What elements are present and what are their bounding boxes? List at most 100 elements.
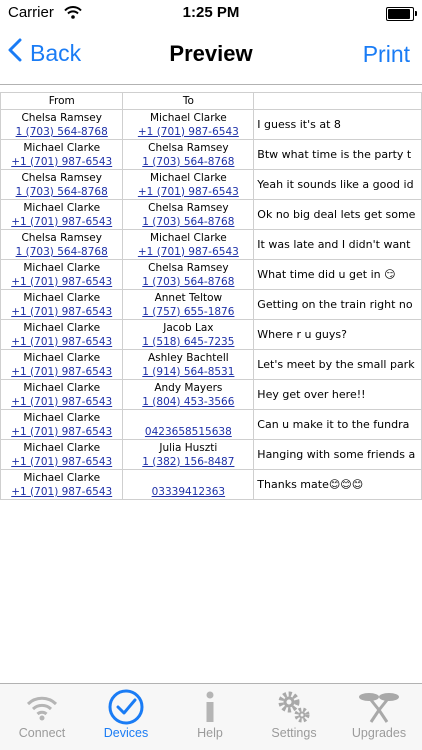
from-cell: Michael Clarke +1 (701) 987-6543 bbox=[0, 469, 124, 500]
tab-settings-label: Settings bbox=[271, 726, 317, 740]
from-phone-link[interactable]: 1 (703) 564-8768 bbox=[2, 185, 122, 199]
to-name: Michael Clarke bbox=[149, 171, 227, 184]
from-phone-link[interactable]: +1 (701) 987-6543 bbox=[2, 395, 122, 409]
message-cell: Yeah it sounds like a good id bbox=[253, 169, 422, 200]
to-cell: 0423658515638 bbox=[122, 409, 255, 440]
from-phone-link[interactable]: +1 (701) 987-6543 bbox=[2, 275, 122, 289]
table-row[interactable]: Michael Clarke +1 (701) 987-6543 Andy Maye… bbox=[0, 379, 422, 410]
message-cell: Thanks mate😊😊😊 bbox=[253, 469, 422, 500]
status-time: 1:25 PM bbox=[182, 4, 240, 21]
to-name: Andy Mayers bbox=[154, 381, 223, 394]
to-cell: Michael Clarke +1 (701) 987-6543 bbox=[122, 169, 255, 200]
message-cell: What time did u get in 😏 bbox=[253, 259, 422, 290]
tab-upgrades-label: Upgrades bbox=[351, 726, 407, 740]
from-cell: Chelsa Ramsey 1 (703) 564-8768 bbox=[0, 229, 124, 260]
message-cell: Getting on the train right no bbox=[253, 289, 422, 320]
to-phone-link[interactable]: 1 (382) 156-8487 bbox=[124, 455, 253, 469]
table-header-row: From To bbox=[0, 92, 422, 110]
to-phone-link[interactable]: 0423658515638 bbox=[124, 425, 253, 439]
from-name: Michael Clarke bbox=[23, 351, 101, 364]
from-name: Michael Clarke bbox=[23, 261, 101, 274]
table-row[interactable]: Michael Clarke +1 (701) 987-6543 Chelsa Ra… bbox=[0, 199, 422, 230]
to-name bbox=[124, 471, 253, 485]
status-bar: Carrier 1:25 PM bbox=[0, 0, 422, 26]
tab-settings[interactable]: Settings bbox=[252, 688, 336, 748]
from-cell: Michael Clarke +1 (701) 987-6543 bbox=[0, 319, 124, 350]
to-phone-link[interactable]: +1 (701) 987-6543 bbox=[124, 245, 253, 259]
to-phone-link[interactable]: +1 (701) 987-6543 bbox=[124, 125, 253, 139]
from-name: Michael Clarke bbox=[23, 321, 101, 334]
messages-table-container[interactable]: From To Chelsa Ramsey 1 (703) 564-8768 Mic… bbox=[0, 92, 422, 504]
table-row[interactable]: Michael Clarke +1 (701) 987-6543 Julia Hus… bbox=[0, 439, 422, 470]
from-phone-link[interactable]: 1 (703) 564-8768 bbox=[2, 125, 122, 139]
table-row[interactable]: Chelsa Ramsey 1 (703) 564-8768 Michael Cla… bbox=[0, 109, 422, 140]
to-cell: Andy Mayers 1 (804) 453-3566 bbox=[122, 379, 255, 410]
to-name: Ashley Bachtell bbox=[148, 351, 229, 364]
from-phone-link[interactable]: +1 (701) 987-6543 bbox=[2, 365, 122, 379]
from-phone-link[interactable]: 1 (703) 564-8768 bbox=[2, 245, 122, 259]
tab-connect-label: Connect bbox=[18, 726, 66, 740]
table-row[interactable]: Michael Clarke +1 (701) 987-6543 Jacob Lax… bbox=[0, 319, 422, 350]
from-cell: Michael Clarke +1 (701) 987-6543 bbox=[0, 139, 124, 170]
to-phone-link[interactable]: 1 (703) 564-8768 bbox=[124, 215, 253, 229]
navigation-bar: Back Preview Print bbox=[0, 26, 422, 85]
message-cell: Btw what time is the party t bbox=[253, 139, 422, 170]
battery-icon bbox=[386, 7, 417, 21]
from-name: Chelsa Ramsey bbox=[21, 111, 102, 124]
table-row[interactable]: Chelsa Ramsey 1 (703) 564-8768 Michael Cla… bbox=[0, 169, 422, 200]
table-row[interactable]: Michael Clarke +1 (701) 987-6543 Chelsa Ra… bbox=[0, 139, 422, 170]
table-row[interactable]: Michael Clarke +1 (701) 987-6543 Ashley Ba… bbox=[0, 349, 422, 380]
from-cell: Chelsa Ramsey 1 (703) 564-8768 bbox=[0, 169, 124, 200]
message-cell: Can u make it to the fundra bbox=[253, 409, 422, 440]
to-name: Annet Teltow bbox=[154, 291, 223, 304]
to-phone-link[interactable]: 1 (518) 645-7235 bbox=[124, 335, 253, 349]
column-header-from: From bbox=[0, 92, 124, 110]
message-cell: Hanging with some friends a bbox=[253, 439, 422, 470]
from-name: Michael Clarke bbox=[23, 411, 101, 424]
to-phone-link[interactable]: 1 (757) 655-1876 bbox=[124, 305, 253, 319]
message-cell: Ok no big deal lets get some bbox=[253, 199, 422, 230]
to-phone-link[interactable]: 1 (914) 564-8531 bbox=[124, 365, 253, 379]
from-phone-link[interactable]: +1 (701) 987-6543 bbox=[2, 305, 122, 319]
to-phone-link[interactable]: 1 (703) 564-8768 bbox=[124, 275, 253, 289]
to-cell: Michael Clarke +1 (701) 987-6543 bbox=[122, 229, 255, 260]
table-row[interactable]: Chelsa Ramsey 1 (703) 564-8768 Michael Cla… bbox=[0, 229, 422, 260]
upgrades-icon bbox=[336, 688, 422, 726]
to-phone-link[interactable]: +1 (701) 987-6543 bbox=[124, 185, 253, 199]
to-phone-link[interactable]: 1 (703) 564-8768 bbox=[124, 155, 253, 169]
gears-icon bbox=[252, 688, 336, 726]
to-phone-link[interactable]: 1 (804) 453-3566 bbox=[124, 395, 253, 409]
from-phone-link[interactable]: +1 (701) 987-6543 bbox=[2, 455, 122, 469]
from-phone-link[interactable]: +1 (701) 987-6543 bbox=[2, 485, 122, 499]
table-row[interactable]: Michael Clarke +1 (701) 987-6543 03339412… bbox=[0, 469, 422, 500]
to-cell: Chelsa Ramsey 1 (703) 564-8768 bbox=[122, 199, 255, 230]
print-button[interactable]: Print bbox=[363, 41, 410, 68]
table-row[interactable]: Michael Clarke +1 (701) 987-6543 Chelsa Ra… bbox=[0, 259, 422, 290]
message-cell: Let's meet by the small park bbox=[253, 349, 422, 380]
from-cell: Michael Clarke +1 (701) 987-6543 bbox=[0, 199, 124, 230]
message-cell: Hey get over here!! bbox=[253, 379, 422, 410]
from-phone-link[interactable]: +1 (701) 987-6543 bbox=[2, 155, 122, 169]
from-phone-link[interactable]: +1 (701) 987-6543 bbox=[2, 425, 122, 439]
from-phone-link[interactable]: +1 (701) 987-6543 bbox=[2, 215, 122, 229]
to-cell: Ashley Bachtell 1 (914) 564-8531 bbox=[122, 349, 255, 380]
table-row[interactable]: Michael Clarke +1 (701) 987-6543 04236585… bbox=[0, 409, 422, 440]
from-name: Chelsa Ramsey bbox=[21, 231, 102, 244]
column-header-message bbox=[253, 92, 422, 110]
tab-upgrades[interactable]: Upgrades bbox=[336, 688, 422, 748]
tab-bar: Connect Devices Help Settings Upgrades bbox=[0, 683, 422, 750]
to-cell: Julia Huszti 1 (382) 156-8487 bbox=[122, 439, 255, 470]
message-cell: I guess it's at 8 bbox=[253, 109, 422, 140]
tab-help-label: Help bbox=[197, 726, 223, 740]
page-title: Preview bbox=[169, 41, 253, 66]
table-row[interactable]: Michael Clarke +1 (701) 987-6543 Annet Tel… bbox=[0, 289, 422, 320]
from-cell: Michael Clarke +1 (701) 987-6543 bbox=[0, 259, 124, 290]
to-phone-link[interactable]: 03339412363 bbox=[124, 485, 253, 499]
from-name: Chelsa Ramsey bbox=[21, 171, 102, 184]
to-name: Chelsa Ramsey bbox=[148, 201, 229, 214]
tab-connect[interactable]: Connect bbox=[0, 688, 84, 748]
tab-help[interactable]: Help bbox=[168, 688, 252, 748]
messages-table: From To Chelsa Ramsey 1 (703) 564-8768 Mic… bbox=[0, 92, 422, 500]
from-phone-link[interactable]: +1 (701) 987-6543 bbox=[2, 335, 122, 349]
tab-devices[interactable]: Devices bbox=[84, 688, 168, 748]
